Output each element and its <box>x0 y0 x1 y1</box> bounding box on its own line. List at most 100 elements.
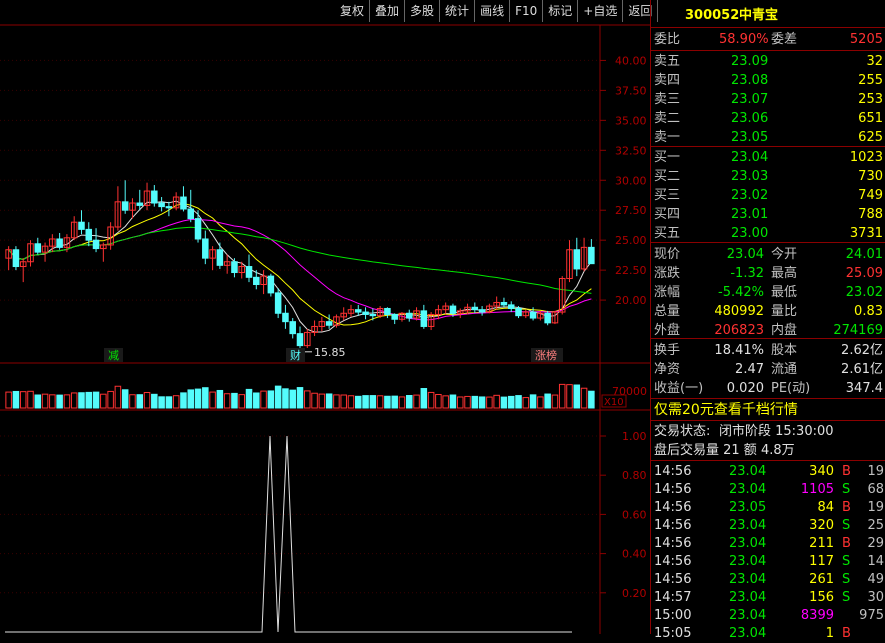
candle-body <box>471 306 479 311</box>
tick-price: 23.04 <box>729 464 767 479</box>
price-tick-label: 30.00 <box>615 174 647 187</box>
candle-body <box>573 249 581 270</box>
kline-chart[interactable]: 40.00 37.50 35.00 32.50 30.00 27.50 25.00 22.50… <box>0 0 650 634</box>
candle-body <box>384 307 391 315</box>
volume-bar <box>63 394 71 409</box>
upgrade-promo-link[interactable]: 仅需20元查看千档行情 <box>654 401 798 420</box>
tick-count: 14 <box>867 554 884 569</box>
buy-volume: 3731 <box>849 226 883 241</box>
volume-bar <box>537 396 544 409</box>
candle-body <box>529 311 537 319</box>
volume-bar <box>49 394 56 409</box>
tick-volume: 84 <box>817 500 834 515</box>
candle-body <box>136 202 144 206</box>
toolbar-button-6[interactable]: 标记 <box>543 0 579 22</box>
ind-tick-label: 1.00 <box>622 430 647 443</box>
tick-time: 14:56 <box>654 572 692 587</box>
volume-bar <box>19 391 27 409</box>
volume-bar <box>56 394 63 409</box>
sell-label: 卖一 <box>654 130 681 145</box>
candle-body <box>78 221 85 230</box>
volume-bar <box>114 385 122 409</box>
volume-bar <box>5 391 12 409</box>
tick-volume: 156 <box>809 590 834 605</box>
event-marker: 涨榜 <box>535 348 557 362</box>
volume-bar <box>12 390 20 409</box>
volume-bar <box>588 390 595 409</box>
candle-body <box>515 307 522 317</box>
trade-status-label: 交易状态: <box>654 424 711 439</box>
volume-bar <box>398 396 406 409</box>
tick-side: S <box>842 590 851 605</box>
buy-price: 23.04 <box>731 150 769 165</box>
sell-row: 卖五 23.09 32 <box>651 52 885 71</box>
event-marker: 减 <box>108 349 119 362</box>
quote-value: -5.42% <box>718 285 764 300</box>
quote-label: 最高 <box>771 266 798 281</box>
candle-body <box>180 196 187 210</box>
volume-bar <box>456 396 464 409</box>
volume-bar <box>493 394 500 409</box>
toolbar-button-7[interactable]: +自选 <box>578 0 624 22</box>
tick-side: S <box>842 518 851 533</box>
sell-volume: 253 <box>858 92 883 107</box>
volume-bar <box>391 395 398 409</box>
volume-bar <box>245 388 253 409</box>
weibi-row: 委比 58.90% 委差 5205 <box>651 30 885 49</box>
trade-status-value: 闭市阶段 15:30:00 <box>719 424 834 439</box>
volume-bar <box>194 388 202 409</box>
buy-row: 买四 23.01 788 <box>651 205 885 224</box>
toolbar-button-1[interactable]: 叠加 <box>370 0 406 22</box>
info-value: 347.4 <box>845 381 883 396</box>
candle-body <box>92 239 100 250</box>
volume-bar <box>507 395 515 409</box>
toolbar-button-3[interactable]: 统计 <box>440 0 476 22</box>
sell-price: 23.07 <box>731 92 769 107</box>
sell-volume: 255 <box>858 73 883 88</box>
candle-body <box>121 201 129 211</box>
ind-tick-label: 0.20 <box>622 587 647 600</box>
panel-separator <box>651 338 885 339</box>
quote-label: 最低 <box>771 285 798 300</box>
candle-body <box>282 312 289 323</box>
toolbar-button-0[interactable]: 复权 <box>335 0 371 22</box>
toolbar-button-5[interactable]: F10 <box>510 0 544 22</box>
toolbar-button-4[interactable]: 画线 <box>475 0 511 22</box>
volume-bar <box>449 394 457 409</box>
buy-price: 23.01 <box>731 207 769 222</box>
sell-row: 卖四 23.08 255 <box>651 71 885 90</box>
volume-bar <box>165 396 173 409</box>
tick-side: S <box>842 554 851 569</box>
info-label: 流通 <box>771 362 798 377</box>
volume-bar <box>478 396 486 409</box>
sell-price: 23.09 <box>731 54 769 69</box>
tick-side: S <box>842 572 851 587</box>
volume-bar <box>325 393 333 409</box>
tick-side: B <box>842 464 851 479</box>
price-tick-label: 40.00 <box>615 54 647 67</box>
tick-volume: 1105 <box>800 482 834 497</box>
volume-bar <box>486 396 493 409</box>
quote-value: -1.32 <box>730 266 764 281</box>
buy-row: 买五 23.00 3731 <box>651 224 885 243</box>
tick-time: 14:56 <box>654 536 692 551</box>
quote-label: 涨跌 <box>654 266 681 281</box>
tick-price: 23.04 <box>729 554 767 569</box>
volume-bar <box>566 384 573 409</box>
price-tick-label: 25.00 <box>615 234 647 247</box>
quote-label: 涨幅 <box>654 285 681 300</box>
info-row: 换手 18.41% 股本 2.62亿 <box>651 341 885 360</box>
tick-side: B <box>842 500 851 515</box>
volume-bar <box>78 392 85 409</box>
after-hours-volume: 盘后交易量 21 额 4.8万 <box>654 443 795 458</box>
candle-body <box>274 292 282 314</box>
volume-bar <box>347 395 355 409</box>
info-value: 18.41% <box>714 343 764 358</box>
price-tick-label: 27.50 <box>615 204 647 217</box>
candle-body <box>267 275 275 294</box>
volume-bar <box>238 394 245 409</box>
tick-time: 15:00 <box>654 608 692 623</box>
volume-bar <box>529 394 537 409</box>
toolbar-button-2[interactable]: 多股 <box>405 0 441 22</box>
stock-name: 中青宝 <box>739 8 779 23</box>
